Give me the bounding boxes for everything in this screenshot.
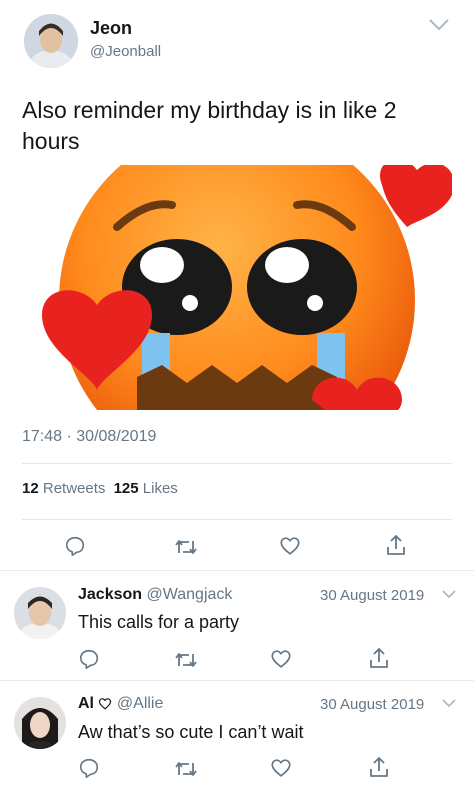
reply-text: This calls for a party: [78, 612, 240, 632]
retweets-stat[interactable]: 12 Retweets: [22, 480, 110, 497]
tweet-date: 30/08/2019: [76, 428, 157, 445]
reply-author-name[interactable]: Al: [78, 695, 94, 712]
retweets-label: Retweets: [42, 480, 106, 497]
share-icon[interactable]: [368, 755, 390, 779]
reply-icon[interactable]: [78, 757, 100, 779]
author-handle[interactable]: @Jeonball: [90, 43, 161, 60]
reply-text: Aw that’s so cute I can’t wait: [78, 722, 304, 742]
retweets-count: 12: [22, 480, 39, 497]
author-name[interactable]: Jeon: [90, 18, 132, 39]
separator-dot: ·: [66, 428, 72, 445]
share-icon[interactable]: [385, 533, 407, 557]
reply-header: Al @Allie: [78, 695, 163, 713]
divider: [22, 519, 452, 520]
reply-author-name[interactable]: Jackson: [78, 586, 142, 603]
reply-date[interactable]: 30 August 2019: [320, 696, 424, 713]
heart-outline-icon: [98, 697, 112, 710]
tweet-time: 17:48: [22, 428, 63, 445]
reply-icon[interactable]: [64, 535, 86, 557]
likes-stat[interactable]: 125 Likes: [114, 480, 178, 497]
likes-count: 125: [113, 480, 139, 497]
author-avatar[interactable]: [24, 14, 78, 68]
reply-avatar[interactable]: [14, 587, 66, 639]
heart-icon[interactable]: [270, 757, 292, 779]
chevron-down-icon[interactable]: [442, 699, 456, 709]
heart-icon[interactable]: [279, 535, 301, 557]
heart-icon[interactable]: [270, 648, 292, 670]
retweet-icon[interactable]: [174, 759, 198, 779]
share-icon[interactable]: [368, 646, 390, 670]
retweet-icon[interactable]: [174, 537, 198, 557]
retweet-icon[interactable]: [174, 650, 198, 670]
reply-author-handle[interactable]: @Wangjack: [147, 586, 233, 603]
tweet-image[interactable]: [22, 165, 452, 410]
tweet-stats: 12 Retweets 125 Likes: [22, 480, 178, 497]
chevron-down-icon[interactable]: [428, 18, 450, 32]
divider: [0, 570, 474, 571]
tweet-timestamp[interactable]: 17:48 · 30/08/2019: [22, 428, 156, 446]
reply-date[interactable]: 30 August 2019: [320, 587, 424, 604]
tweet-text-line-2: hours: [22, 128, 80, 154]
divider: [0, 680, 474, 681]
likes-label: Likes: [142, 480, 178, 497]
divider: [22, 463, 452, 464]
reply-author-handle[interactable]: @Allie: [117, 695, 163, 712]
tweet-text-line-1: Also reminder my birthday is in like 2: [22, 97, 397, 123]
reply-icon[interactable]: [78, 648, 100, 670]
chevron-down-icon[interactable]: [442, 590, 456, 600]
reply-avatar[interactable]: [14, 697, 66, 749]
reply-header: Jackson @Wangjack: [78, 586, 232, 604]
